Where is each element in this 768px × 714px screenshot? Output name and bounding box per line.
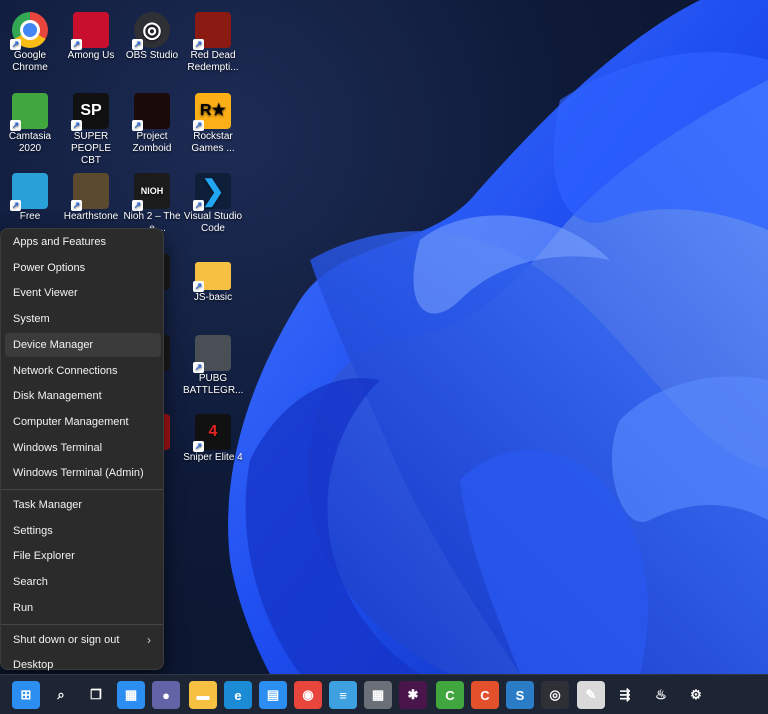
desktop: ↗ Google Chrome ↗ Among Us ◎ ↗ OBS Studio ↗ Red … xyxy=(0,0,768,674)
menu-item-apps-and-features[interactable]: Apps and Features xyxy=(5,230,161,254)
menu-item-event-viewer[interactable]: Event Viewer xyxy=(5,281,161,305)
file-explorer-icon[interactable]: ▬ xyxy=(189,681,217,709)
calculator-icon[interactable]: ▦ xyxy=(364,681,392,709)
menu-item-system[interactable]: System xyxy=(5,307,161,331)
widgets-icon[interactable]: ▦ xyxy=(117,681,145,709)
menu-item-desktop[interactable]: Desktop xyxy=(5,653,161,674)
menu-item-windows-terminal[interactable]: Windows Terminal xyxy=(5,436,161,460)
chat-icon[interactable]: ● xyxy=(152,681,180,709)
notepad-icon[interactable]: ≡ xyxy=(329,681,357,709)
obs-studio-icon[interactable]: ◎ xyxy=(541,681,569,709)
steam-icon[interactable]: ♨ xyxy=(647,681,675,709)
menu-item-device-manager[interactable]: Device Manager xyxy=(5,332,161,357)
menu-item-search[interactable]: Search xyxy=(5,570,161,594)
chrome-icon[interactable]: ◉ xyxy=(294,681,322,709)
menu-item-settings[interactable]: Settings xyxy=(5,519,161,543)
paint-icon[interactable]: ✎ xyxy=(577,681,605,709)
camtasia-recorder-icon[interactable]: C xyxy=(471,681,499,709)
menu-item-disk-management[interactable]: Disk Management xyxy=(5,384,161,408)
edge-icon[interactable]: e xyxy=(224,681,252,709)
menu-item-network-connections[interactable]: Network Connections xyxy=(5,359,161,383)
search-icon[interactable]: ⌕ xyxy=(47,681,75,709)
menu-item-task-manager[interactable]: Task Manager xyxy=(5,493,161,517)
chevron-right-icon: › xyxy=(147,632,151,647)
start-windows-icon[interactable]: ⊞ xyxy=(12,681,40,709)
menu-item-computer-management[interactable]: Computer Management xyxy=(5,410,161,434)
settings-gear-icon[interactable]: ⚙ xyxy=(682,681,710,709)
snagit-icon[interactable]: S xyxy=(506,681,534,709)
menu-item-shut-down-or-sign-out[interactable]: Shut down or sign out › xyxy=(5,628,161,652)
camtasia-icon[interactable]: C xyxy=(436,681,464,709)
taskbar: ⊞ ⌕ ❐ ▦ ● ▬ e ▤ ◉ ≡ ▦ ✱ C C S ◎ ✎ ⇶ ♨ ⚙ xyxy=(0,674,768,714)
winx-context-menu: Apps and Features Power Options Event View… xyxy=(0,228,164,671)
menu-item-power-options[interactable]: Power Options xyxy=(5,256,161,280)
menu-separator xyxy=(1,623,163,625)
store-icon[interactable]: ▤ xyxy=(259,681,287,709)
menu-item-run[interactable]: Run xyxy=(5,596,161,620)
menu-item-windows-terminal-admin[interactable]: Windows Terminal (Admin) xyxy=(5,461,161,485)
slack-icon[interactable]: ✱ xyxy=(399,681,427,709)
menu-item-file-explorer[interactable]: File Explorer xyxy=(5,544,161,568)
menu-separator xyxy=(1,489,163,490)
task-view-icon[interactable]: ❐ xyxy=(82,681,110,709)
power-automate-icon[interactable]: ⇶ xyxy=(611,681,639,709)
